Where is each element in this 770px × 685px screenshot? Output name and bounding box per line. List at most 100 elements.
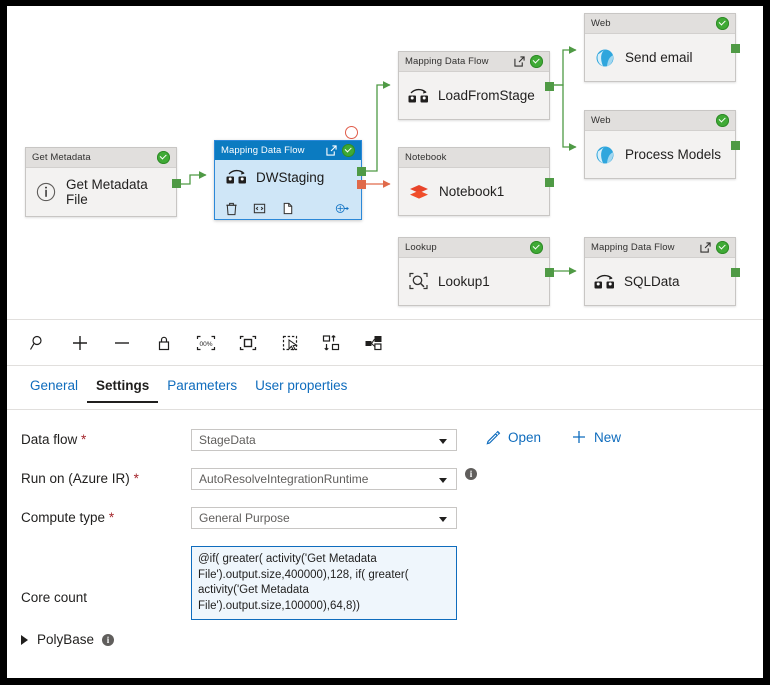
field-row-data-flow: Data flow * StageData Open New bbox=[21, 429, 751, 451]
activity-node-lookup1[interactable]: Lookup Lookup1 bbox=[398, 237, 554, 306]
activity-node-send-email[interactable]: Web Send email bbox=[584, 13, 740, 82]
required-marker: * bbox=[133, 471, 139, 486]
web-globe-icon bbox=[596, 49, 614, 66]
node-action-bar[interactable] bbox=[215, 201, 361, 216]
delete-icon[interactable] bbox=[224, 201, 239, 216]
pipeline-canvas[interactable]: Get Metadata Get Metadata File Mapping D… bbox=[7, 6, 763, 319]
auto-align-icon[interactable] bbox=[311, 323, 353, 363]
clone-icon[interactable] bbox=[280, 201, 295, 216]
fit-to-screen-icon[interactable] bbox=[227, 323, 269, 363]
compute-type-value: General Purpose bbox=[199, 511, 290, 525]
open-dataflow-button[interactable]: Open bbox=[485, 429, 541, 445]
polybase-label: PolyBase bbox=[37, 632, 95, 647]
zoom-to-fit-icon[interactable] bbox=[17, 323, 59, 363]
app-frame: Get Metadata Get Metadata File Mapping D… bbox=[7, 6, 763, 678]
databricks-notebook-icon bbox=[410, 184, 428, 199]
data-flow-select[interactable]: StageData bbox=[191, 429, 457, 451]
open-in-new-icon[interactable] bbox=[700, 242, 711, 253]
tab-parameters[interactable]: Parameters bbox=[158, 366, 246, 401]
node-type-label: Notebook bbox=[399, 148, 549, 168]
node-type-label: Lookup bbox=[399, 238, 549, 258]
output-port-failure[interactable] bbox=[357, 180, 366, 189]
status-valid-icon bbox=[530, 241, 543, 254]
activity-node-get-metadata[interactable]: Get Metadata Get Metadata File bbox=[25, 147, 181, 217]
run-on-value: AutoResolveIntegrationRuntime bbox=[199, 472, 369, 486]
data-flow-icon bbox=[408, 88, 428, 102]
code-icon[interactable] bbox=[252, 201, 267, 216]
chevron-down-icon bbox=[439, 517, 447, 522]
node-type-label: Mapping Data Flow bbox=[215, 141, 361, 160]
plus-icon bbox=[571, 429, 587, 445]
status-valid-icon bbox=[530, 55, 543, 68]
data-flow-value: StageData bbox=[199, 433, 256, 447]
core-count-label: Core count bbox=[21, 589, 88, 605]
tab-general[interactable]: General bbox=[21, 366, 87, 401]
node-type-label: Web bbox=[585, 111, 735, 131]
compute-type-select[interactable]: General Purpose bbox=[191, 507, 457, 529]
data-flow-icon bbox=[226, 169, 246, 184]
activity-node-process-models[interactable]: Web Process Models bbox=[584, 110, 740, 179]
status-valid-icon bbox=[157, 151, 170, 164]
node-name-label: Send email bbox=[625, 50, 693, 65]
compute-type-label: Compute type * bbox=[21, 510, 115, 525]
node-type-label: Mapping Data Flow bbox=[585, 238, 735, 258]
run-on-select[interactable]: AutoResolveIntegrationRuntime bbox=[191, 468, 457, 490]
zoom-level-label: 00% bbox=[199, 341, 212, 348]
polybase-section-toggle[interactable]: PolyBase i bbox=[21, 632, 115, 647]
required-marker: * bbox=[81, 432, 87, 447]
output-port[interactable] bbox=[545, 82, 554, 91]
required-marker: * bbox=[108, 510, 115, 525]
node-name-label: Process Models bbox=[625, 147, 722, 162]
node-name-label: Get Metadata File bbox=[66, 177, 148, 207]
node-name-label: Notebook1 bbox=[439, 184, 505, 199]
output-port[interactable] bbox=[545, 178, 554, 187]
zoom-out-icon[interactable] bbox=[101, 323, 143, 363]
zoom-in-icon[interactable] bbox=[59, 323, 101, 363]
pencil-icon bbox=[485, 429, 501, 445]
node-type-label: Get Metadata bbox=[26, 148, 176, 168]
activity-node-sqldata[interactable]: Mapping Data Flow SQLData bbox=[584, 237, 740, 306]
status-valid-icon bbox=[716, 114, 729, 127]
chevron-down-icon bbox=[439, 439, 447, 444]
status-valid-icon bbox=[716, 241, 729, 254]
output-port[interactable] bbox=[731, 44, 740, 53]
node-name-label: Lookup1 bbox=[438, 274, 490, 289]
output-port[interactable] bbox=[172, 179, 181, 188]
activity-node-dwstaging[interactable]: Mapping Data Flow DWStaging bbox=[214, 140, 366, 220]
open-in-new-icon[interactable] bbox=[514, 56, 525, 67]
data-flow-icon bbox=[594, 274, 614, 288]
output-port[interactable] bbox=[545, 268, 554, 277]
info-icon[interactable]: i bbox=[102, 633, 115, 646]
core-count-expression-input[interactable]: @if( greater( activity('Get Metadata Fil… bbox=[191, 546, 457, 620]
open-in-new-icon[interactable] bbox=[326, 145, 337, 156]
chevron-right-icon bbox=[21, 634, 28, 645]
marquee-select-icon[interactable] bbox=[269, 323, 311, 363]
field-row-compute-type: Compute type * General Purpose bbox=[21, 507, 751, 529]
status-valid-icon bbox=[716, 17, 729, 30]
add-output-icon[interactable] bbox=[335, 201, 350, 216]
lock-icon[interactable] bbox=[143, 323, 185, 363]
info-icon[interactable]: i bbox=[465, 468, 477, 480]
data-flow-label: Data flow * bbox=[21, 432, 87, 447]
zoom-100-icon[interactable]: 00% bbox=[185, 323, 227, 363]
new-dataflow-button[interactable]: New bbox=[571, 429, 621, 445]
lookup-magnifier-icon bbox=[409, 272, 428, 290]
open-label: Open bbox=[508, 429, 542, 445]
output-port[interactable] bbox=[731, 268, 740, 277]
node-name-label: DWStaging bbox=[256, 169, 325, 185]
tab-settings[interactable]: Settings bbox=[87, 366, 159, 403]
minimap-icon[interactable] bbox=[353, 323, 395, 363]
node-name-label: LoadFromStage bbox=[438, 88, 535, 103]
field-row-run-on: Run on (Azure IR) * AutoResolveIntegrati… bbox=[21, 468, 751, 490]
canvas-toolbar[interactable]: 00% bbox=[7, 319, 763, 366]
tab-user-properties[interactable]: User properties bbox=[246, 366, 356, 401]
output-port[interactable] bbox=[731, 141, 740, 150]
activity-node-notebook1[interactable]: Notebook Notebook1 bbox=[398, 147, 554, 216]
properties-tabs[interactable]: General Settings Parameters User propert… bbox=[7, 366, 763, 410]
node-error-indicator-icon bbox=[345, 126, 358, 139]
node-type-label: Mapping Data Flow bbox=[399, 52, 549, 72]
output-port-success[interactable] bbox=[357, 167, 366, 176]
node-name-label: SQLData bbox=[624, 274, 680, 289]
activity-node-loadfromstage[interactable]: Mapping Data Flow LoadFromStage bbox=[398, 51, 554, 120]
field-row-core-count: Core count @if( greater( activity('Get M… bbox=[21, 546, 751, 620]
